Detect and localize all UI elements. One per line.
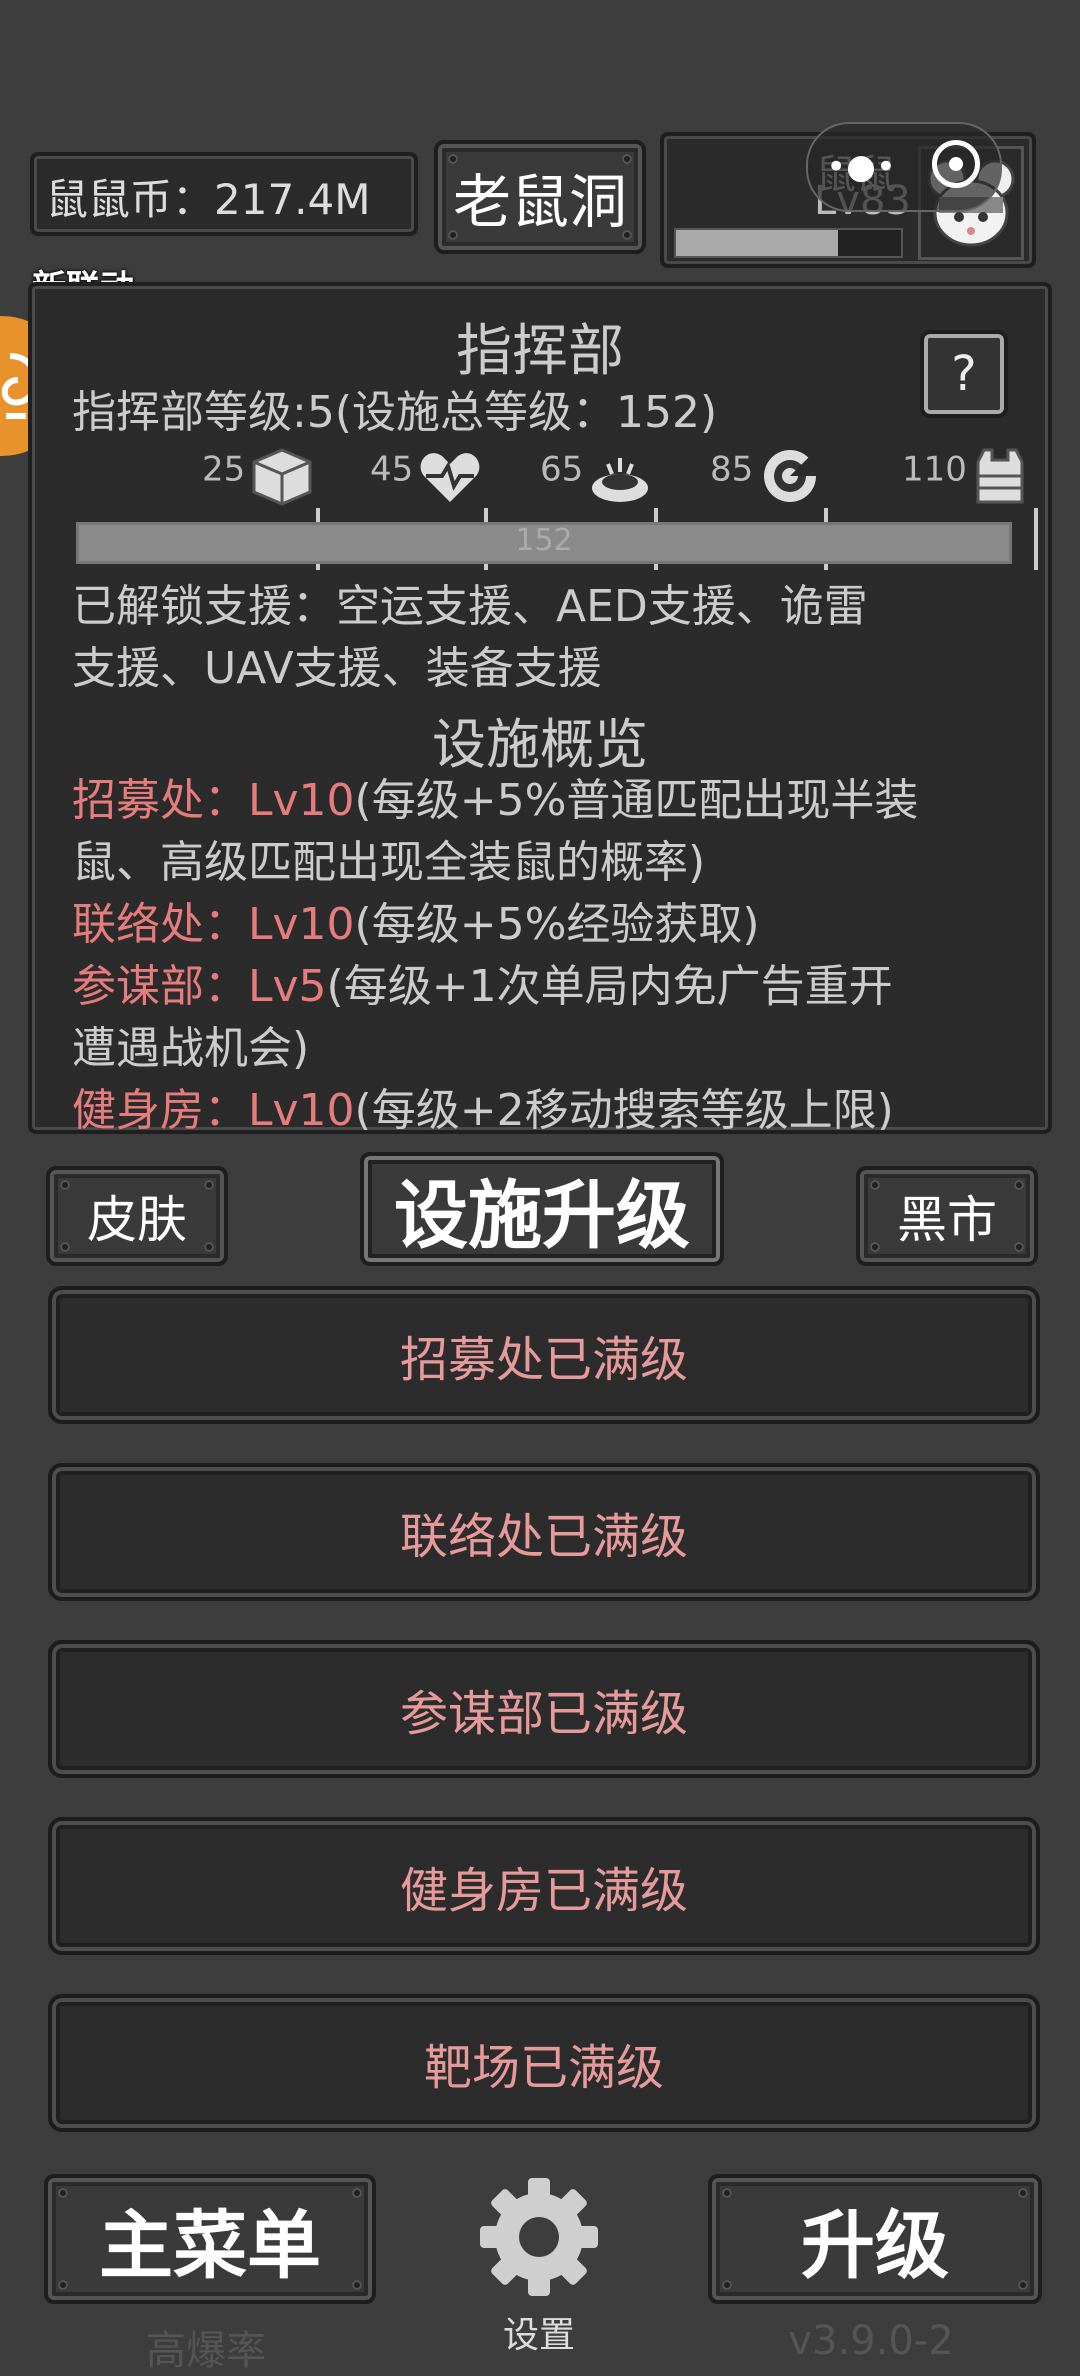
facility-staff: 参谋部：Lv5(每级+1次单局内免广告重开 遭遇战机会) [72, 961, 893, 1074]
radar-icon [764, 450, 817, 502]
command-title: 指挥部 [456, 319, 624, 384]
level-up-label: 升级 [801, 2202, 949, 2289]
main-menu-button[interactable]: 主菜单 [44, 2174, 376, 2304]
upgrade-gym-button[interactable]: 健身房已满级 [48, 1817, 1040, 1955]
black-market-button[interactable]: 黑市 [856, 1166, 1038, 1266]
milestone-110: 110 [902, 446, 1048, 570]
facility-recruit: 招募处：Lv10(每级+5%普通匹配出现半装 鼠、高级匹配出现全装鼠的概率) [72, 775, 919, 888]
facility-upgrade-label: 设施升级 [394, 1172, 690, 1259]
exp-fill [676, 230, 838, 256]
upgrade-range-button[interactable]: 靶场已满级 [48, 1994, 1040, 2132]
command-level: 指挥部等级:5(设施总等级：152) [72, 387, 718, 438]
rat-hole-label: 老鼠洞 [452, 168, 627, 236]
currency-label: 鼠鼠币：217.4M [46, 175, 371, 224]
level-up-button[interactable]: 升级 [708, 2174, 1042, 2304]
milestone-65: 65 [540, 446, 670, 570]
mine-icon [592, 458, 649, 502]
unlocked-support-text: 已解锁支援：空运支援、AED支援、诡雷 支援、UAV支援、装备支援 [72, 581, 868, 694]
facility-list: 招募处：Lv10(每级+5%普通匹配出现半装 鼠、高级匹配出现全装鼠的概率) 联… [72, 770, 1022, 1134]
upgrade-staff-button[interactable]: 参谋部已满级 [48, 1640, 1040, 1778]
box-icon [252, 448, 312, 506]
facility-gym: 健身房：Lv10(每级+2移动搜索等级上限) [72, 1085, 894, 1134]
skin-button[interactable]: 皮肤 [46, 1166, 228, 1266]
vest-icon [976, 448, 1024, 504]
facility-liaison: 联络处：Lv10(每级+5%经验获取) [72, 899, 760, 950]
command-progress-value: 152 [515, 523, 573, 558]
black-market-label: 黑市 [897, 1191, 997, 1249]
version-text: v3.9.0-2 [788, 2318, 954, 2364]
milestone-45: 45 [370, 446, 500, 570]
overview-title: 设施概览 [432, 713, 648, 776]
milestone-25: 25 [202, 446, 332, 570]
facility-upgrade-tab[interactable]: 设施升级 [360, 1152, 724, 1266]
more-icon[interactable]: •●• [826, 150, 896, 184]
gear-icon [480, 2178, 598, 2296]
help-label: ? [951, 346, 977, 402]
milestone-85: 85 [710, 446, 840, 570]
rat-hole-button[interactable]: 老鼠洞 [434, 140, 646, 254]
exp-bar [674, 228, 903, 258]
command-progress-bar: 152 [76, 522, 1012, 564]
settings-button[interactable]: 设置 [474, 2172, 604, 2356]
upgrade-recruit-button[interactable]: 招募处已满级 [48, 1286, 1040, 1424]
skin-label: 皮肤 [87, 1191, 187, 1249]
upgrade-liaison-button[interactable]: 联络处已满级 [48, 1463, 1040, 1601]
command-panel: 指挥部 ? 指挥部等级:5(设施总等级：152) 25 45 65 85 110… [28, 282, 1052, 1134]
heartbeat-icon [420, 453, 480, 502]
capsule-menu[interactable]: •●• [806, 122, 1002, 212]
main-menu-subtext: 高爆率 [146, 2328, 266, 2374]
settings-label: 设置 [502, 2315, 575, 2356]
help-button[interactable]: ? [920, 330, 1008, 418]
main-menu-label: 主菜单 [99, 2202, 321, 2289]
close-icon[interactable] [932, 140, 980, 188]
currency-display: 鼠鼠币：217.4M [30, 152, 418, 236]
